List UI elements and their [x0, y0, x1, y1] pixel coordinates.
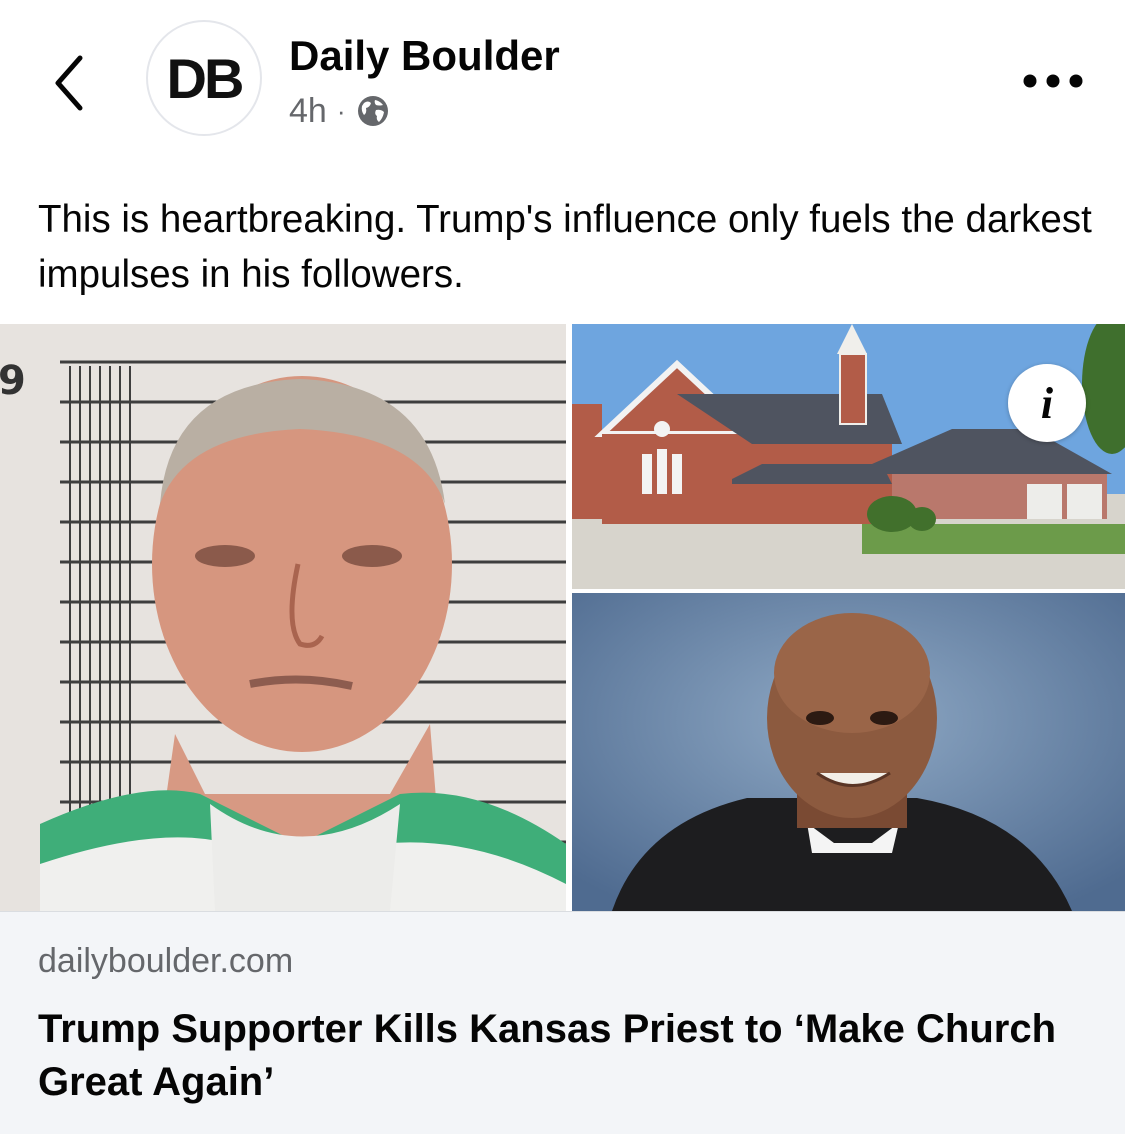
info-icon: i [1040, 378, 1054, 428]
link-domain: dailyboulder.com [38, 942, 294, 980]
post-time[interactable]: 4h [289, 92, 327, 131]
meta-separator: · [336, 95, 346, 126]
post-text: This is heartbreaking. Trump's influence… [38, 198, 1092, 296]
page-avatar[interactable]: DB [146, 20, 262, 136]
post-meta: 4h · [289, 90, 390, 132]
priest-image [572, 593, 1125, 911]
chevron-left-icon [55, 55, 83, 111]
info-button[interactable]: i [1008, 364, 1086, 442]
back-button[interactable] [40, 46, 100, 116]
page-name[interactable]: Daily Boulder [289, 32, 560, 80]
svg-text:9: 9 [0, 358, 26, 404]
avatar-initials: DB [166, 46, 245, 110]
priest-photo[interactable] [572, 593, 1125, 911]
mugshot-image: 9 [0, 324, 566, 911]
link-preview-card[interactable]: dailyboulder.com Trump Supporter Kills K… [0, 911, 1125, 1134]
mugshot-photo[interactable]: 9 [0, 324, 566, 911]
more-horizontal-icon [1023, 74, 1083, 88]
post-header: DB Daily Boulder 4h · [0, 0, 1125, 160]
more-options-button[interactable] [1020, 66, 1086, 96]
globe-icon[interactable] [356, 94, 390, 128]
link-headline[interactable]: Trump Supporter Kills Kansas Priest to ‘… [38, 1003, 1078, 1109]
post-image-grid: 9 [0, 324, 1125, 911]
